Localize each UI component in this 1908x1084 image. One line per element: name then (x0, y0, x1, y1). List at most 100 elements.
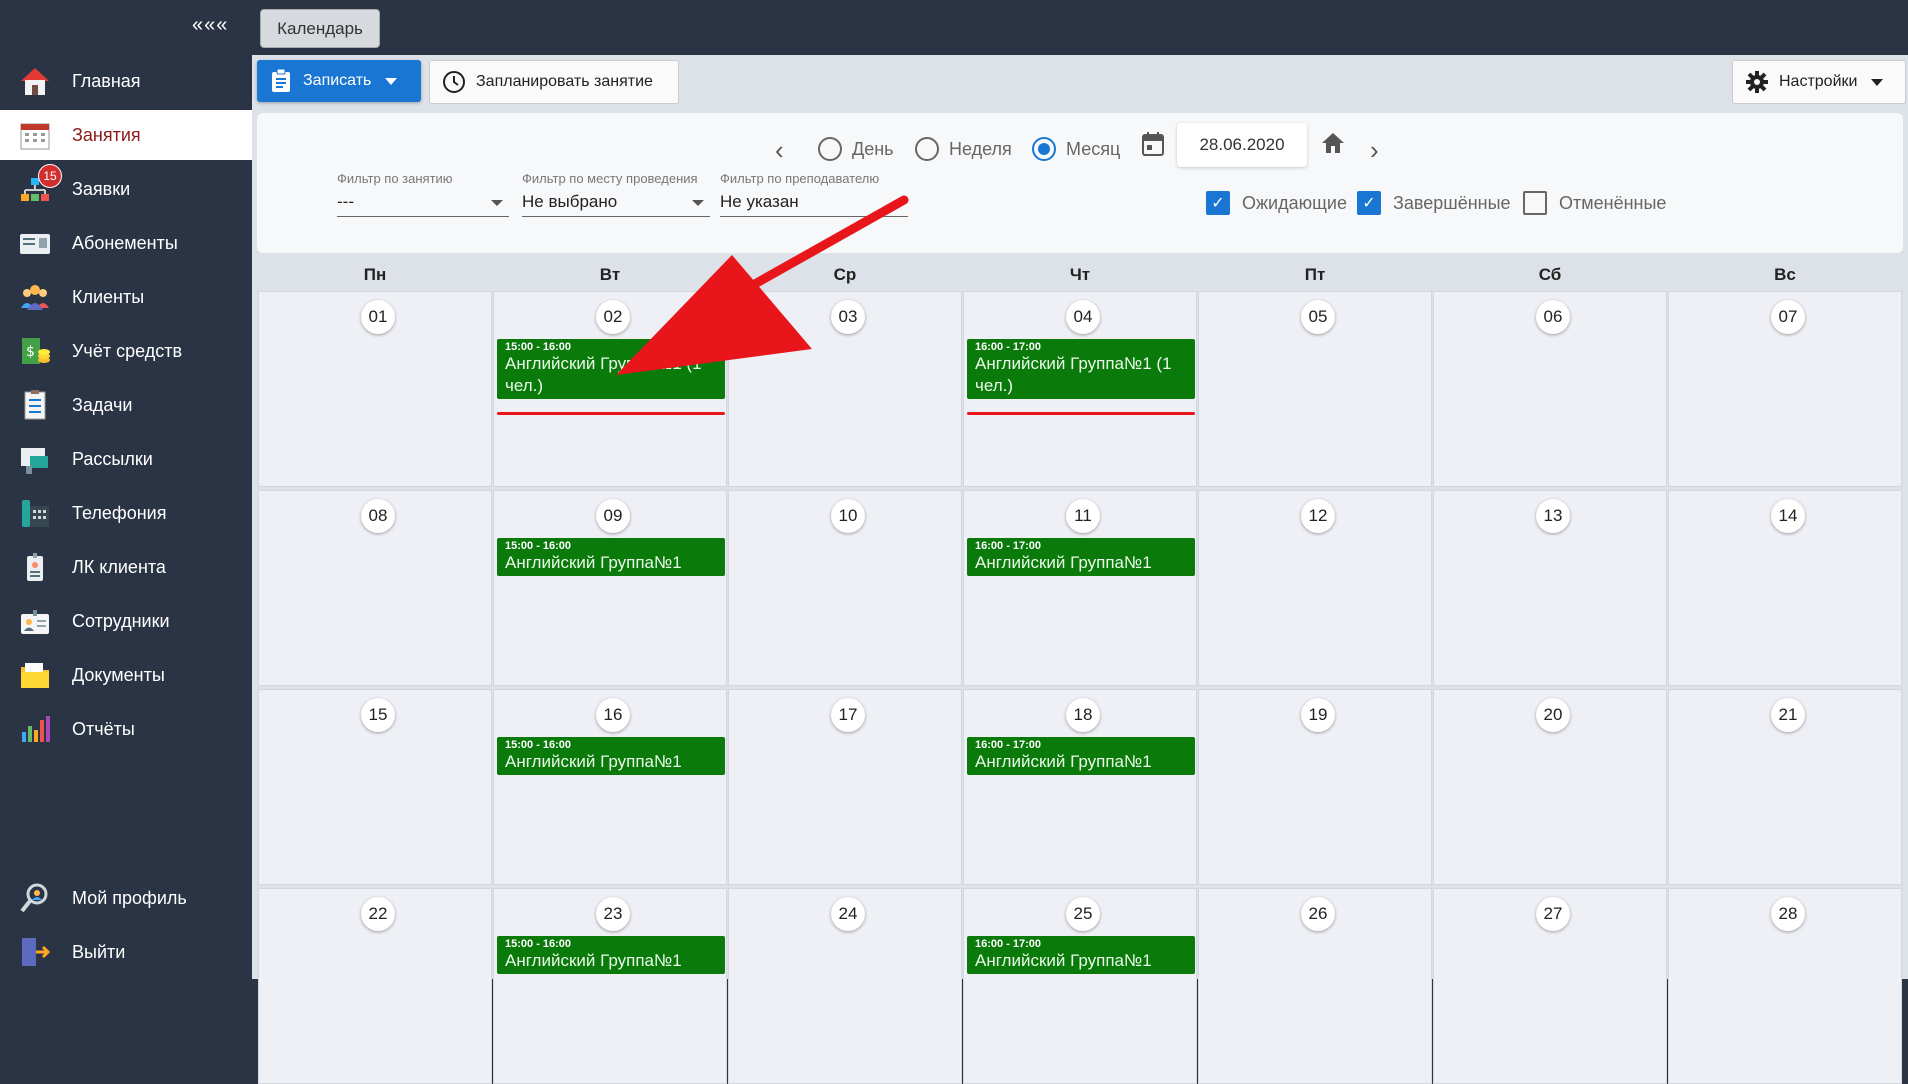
date-input[interactable]: 28.06.2020 (1177, 123, 1307, 167)
calendar-day-cell[interactable]: 28 (1668, 888, 1902, 1084)
filter-teacher[interactable]: Фильтр по преподавателю Не указан (720, 171, 908, 217)
sidebar-item-telephony[interactable]: Телефония (0, 488, 252, 538)
tab-calendar[interactable]: Календарь (260, 9, 380, 48)
day-number[interactable]: 15 (361, 698, 395, 732)
calendar-day-cell[interactable]: 07 (1668, 291, 1902, 487)
day-number[interactable]: 19 (1301, 698, 1335, 732)
plan-lesson-button[interactable]: Запланировать занятие (429, 60, 679, 104)
day-number[interactable]: 11 (1066, 499, 1100, 533)
day-number[interactable]: 03 (831, 300, 865, 334)
lesson-event[interactable]: 16:00 - 17:00 Английский Группа№1 (1 чел.… (967, 339, 1195, 399)
lesson-event[interactable]: 15:00 - 16:00 Английский Группа№1 (497, 737, 725, 775)
day-number[interactable]: 22 (361, 897, 395, 931)
home-today-icon[interactable] (1320, 130, 1346, 156)
calendar-day-cell[interactable]: 03 (728, 291, 962, 487)
calendar-day-cell[interactable]: 05 (1198, 291, 1432, 487)
day-number[interactable]: 28 (1771, 897, 1805, 931)
day-number[interactable]: 21 (1771, 698, 1805, 732)
sidebar-item-subscriptions[interactable]: Абонементы (0, 218, 252, 268)
view-day-radio[interactable]: День (818, 137, 894, 161)
sidebar-item-reports[interactable]: Отчёты (0, 704, 252, 754)
sidebar-item-logout[interactable]: Выйти (0, 927, 252, 977)
calendar-day-cell[interactable]: 18 16:00 - 17:00 Английский Группа№1 (963, 689, 1197, 885)
status-completed-checkbox[interactable]: ✓ Завершённые (1357, 191, 1511, 215)
day-number[interactable]: 05 (1301, 300, 1335, 334)
next-period-button[interactable]: › (1370, 135, 1379, 166)
lesson-event[interactable]: 15:00 - 16:00 Английский Группа№1 (1 чел.… (497, 339, 725, 399)
lesson-event[interactable]: 16:00 - 17:00 Английский Группа№1 (967, 737, 1195, 775)
sidebar-item-client-account[interactable]: ЛК клиента (0, 542, 252, 592)
filter-teacher-value[interactable]: Не указан (720, 188, 908, 217)
calendar-day-cell[interactable]: 19 (1198, 689, 1432, 885)
sidebar-item-clients[interactable]: Клиенты (0, 272, 252, 322)
day-number[interactable]: 24 (831, 897, 865, 931)
sidebar-item-finance[interactable]: $ Учёт средств (0, 326, 252, 376)
status-pending-checkbox[interactable]: ✓ Ожидающие (1206, 191, 1347, 215)
status-cancelled-checkbox[interactable]: Отменённые (1523, 191, 1666, 215)
sidebar-item-tasks[interactable]: Задачи (0, 380, 252, 430)
calendar-day-cell[interactable]: 16 15:00 - 16:00 Английский Группа№1 (493, 689, 727, 885)
calendar-day-cell[interactable]: 26 (1198, 888, 1432, 1084)
sidebar-item-home[interactable]: Главная (0, 56, 252, 106)
calendar-day-cell[interactable]: 11 16:00 - 17:00 Английский Группа№1 (963, 490, 1197, 686)
calendar-day-cell[interactable]: 13 (1433, 490, 1667, 686)
day-number[interactable]: 07 (1771, 300, 1805, 334)
calendar-day-cell[interactable]: 14 (1668, 490, 1902, 686)
sidebar-item-documents[interactable]: Документы (0, 650, 252, 700)
collapse-sidebar-button[interactable]: ««« (192, 14, 228, 37)
calendar-day-cell[interactable]: 06 (1433, 291, 1667, 487)
calendar-day-cell[interactable]: 09 15:00 - 16:00 Английский Группа№1 (493, 490, 727, 686)
day-number[interactable]: 27 (1536, 897, 1570, 931)
calendar-day-cell[interactable]: 27 (1433, 888, 1667, 1084)
view-month-radio[interactable]: Месяц (1032, 137, 1120, 161)
calendar-day-cell[interactable]: 10 (728, 490, 962, 686)
sidebar-item-lessons[interactable]: Занятия (0, 110, 252, 160)
settings-button[interactable]: Настройки (1732, 60, 1906, 104)
lesson-event[interactable]: 16:00 - 17:00 Английский Группа№1 (967, 936, 1195, 974)
filter-lesson-value[interactable]: --- (337, 188, 509, 217)
day-number[interactable]: 23 (596, 897, 630, 931)
day-number[interactable]: 02 (596, 300, 630, 334)
write-button[interactable]: Записать (257, 60, 421, 102)
day-number[interactable]: 26 (1301, 897, 1335, 931)
calendar-day-cell[interactable]: 02 15:00 - 16:00 Английский Группа№1 (1 че… (493, 291, 727, 487)
calendar-day-cell[interactable]: 12 (1198, 490, 1432, 686)
day-number[interactable]: 25 (1066, 897, 1100, 931)
day-number[interactable]: 04 (1066, 300, 1100, 334)
view-week-radio[interactable]: Неделя (915, 137, 1012, 161)
lesson-event[interactable]: 15:00 - 16:00 Английский Группа№1 (497, 936, 725, 974)
sidebar-item-mailings[interactable]: Рассылки (0, 434, 252, 484)
day-number[interactable]: 16 (596, 698, 630, 732)
day-number[interactable]: 01 (361, 300, 395, 334)
day-number[interactable]: 13 (1536, 499, 1570, 533)
calendar-day-cell[interactable]: 22 (258, 888, 492, 1084)
day-number[interactable]: 09 (596, 499, 630, 533)
calendar-picker-icon[interactable] (1141, 131, 1165, 157)
lesson-event[interactable]: 16:00 - 17:00 Английский Группа№1 (967, 538, 1195, 576)
sidebar-item-staff[interactable]: Сотрудники (0, 596, 252, 646)
day-number[interactable]: 14 (1771, 499, 1805, 533)
calendar-day-cell[interactable]: 21 (1668, 689, 1902, 885)
filter-place-value[interactable]: Не выбрано (522, 188, 710, 217)
day-number[interactable]: 12 (1301, 499, 1335, 533)
prev-period-button[interactable]: ‹ (775, 135, 784, 166)
lesson-event[interactable]: 15:00 - 16:00 Английский Группа№1 (497, 538, 725, 576)
day-number[interactable]: 18 (1066, 698, 1100, 732)
day-number[interactable]: 10 (831, 499, 865, 533)
calendar-day-cell[interactable]: 04 16:00 - 17:00 Английский Группа№1 (1 че… (963, 291, 1197, 487)
calendar-day-cell[interactable]: 08 (258, 490, 492, 686)
sidebar-item-profile[interactable]: Мой профиль (0, 873, 252, 923)
calendar-day-cell[interactable]: 24 (728, 888, 962, 1084)
day-number[interactable]: 17 (831, 698, 865, 732)
sidebar-item-requests[interactable]: 15 Заявки (0, 164, 252, 214)
day-number[interactable]: 06 (1536, 300, 1570, 334)
calendar-day-cell[interactable]: 01 (258, 291, 492, 487)
filter-lesson[interactable]: Фильтр по занятию --- (337, 171, 509, 217)
calendar-day-cell[interactable]: 17 (728, 689, 962, 885)
day-number[interactable]: 08 (361, 499, 395, 533)
filter-place[interactable]: Фильтр по месту проведения Не выбрано (522, 171, 710, 217)
calendar-day-cell[interactable]: 15 (258, 689, 492, 885)
calendar-day-cell[interactable]: 25 16:00 - 17:00 Английский Группа№1 (963, 888, 1197, 1084)
calendar-day-cell[interactable]: 20 (1433, 689, 1667, 885)
calendar-day-cell[interactable]: 23 15:00 - 16:00 Английский Группа№1 (493, 888, 727, 1084)
